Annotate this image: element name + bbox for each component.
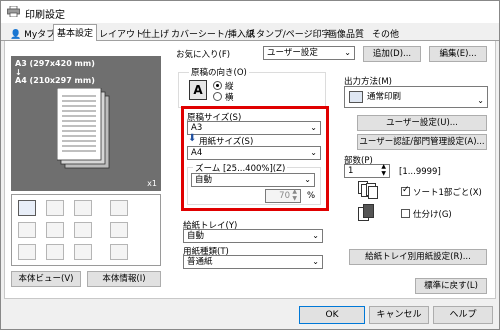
- print-settings-dialog: 印刷設定 👤 Myタブ 基本設定 レイアウト 仕上げ カバーシート/挿入紙 スタ…: [0, 0, 500, 330]
- paper-stack-icon: [57, 88, 110, 169]
- tab-bar: 👤 Myタブ 基本設定 レイアウト 仕上げ カバーシート/挿入紙 スタンプ/ペー…: [1, 23, 499, 42]
- zoom-percent-input[interactable]: 70 ▲ ▼: [265, 188, 301, 203]
- arrow-down-icon: ⬇: [188, 133, 197, 144]
- tab-basic[interactable]: 基本設定: [53, 24, 98, 42]
- print-icon: [349, 91, 363, 103]
- person-icon: 👤: [10, 30, 22, 40]
- device-info-button[interactable]: 本体情報(I): [87, 271, 161, 287]
- user-setting-button[interactable]: ユーザー設定(U)...: [357, 115, 487, 131]
- help-button[interactable]: ヘルプ: [433, 306, 493, 324]
- chevron-down-icon: ⌄: [310, 148, 317, 157]
- tray-paper-settings-button[interactable]: 給紙トレイ別用紙設定(R)...: [349, 249, 487, 265]
- printer-output-icon[interactable]: [18, 200, 36, 216]
- chevron-down-icon: ⌄: [312, 231, 319, 240]
- page-preview: A3 (297x420 mm) ↓ A4 (210x297 mm) x1: [11, 56, 161, 191]
- fold-icon[interactable]: [110, 200, 128, 216]
- offset-icon: [358, 204, 374, 221]
- offset-label: 仕分け(G): [413, 210, 452, 220]
- original-size-select[interactable]: A3 ⌄: [187, 121, 321, 135]
- user-icon[interactable]: [46, 244, 64, 260]
- document-icon[interactable]: [18, 244, 36, 260]
- window-title: 印刷設定: [25, 10, 65, 21]
- copies-readout: x1: [147, 179, 157, 188]
- spin-arrows-icon[interactable]: ▲ ▼: [292, 188, 297, 202]
- tab-other[interactable]: その他: [369, 26, 402, 41]
- zoom-select[interactable]: 自動 ⌄: [191, 173, 315, 187]
- paper-tray-select[interactable]: 自動 ⌄: [183, 229, 323, 243]
- chevron-down-icon: ⌄: [312, 257, 319, 266]
- finisher-icon[interactable]: [110, 222, 128, 238]
- spin-arrows-icon[interactable]: ▲ ▼: [381, 163, 386, 177]
- paper-size-readout: A4 (210x297 mm): [15, 76, 95, 85]
- user-auth-button[interactable]: ユーザー認証/部門管理設定(A)...: [357, 134, 487, 150]
- chevron-down-icon: ⌄: [304, 175, 311, 184]
- ok-button[interactable]: OK: [299, 306, 365, 324]
- original-size-readout: A3 (297x420 mm): [15, 59, 95, 68]
- orientation-preview-icon: A: [189, 80, 207, 100]
- printer-icon: [7, 6, 20, 17]
- copies-range: [1...9999]: [399, 167, 441, 177]
- tab-stamp[interactable]: スタンプ/ページ印字: [244, 26, 334, 41]
- collate-label: ソート1部ごと(X): [413, 188, 482, 198]
- chevron-down-icon: ⌄: [310, 123, 317, 132]
- collate-checkbox[interactable]: [401, 185, 410, 196]
- edit-favorite-button[interactable]: 編集(E)...: [429, 46, 487, 62]
- cover-icon[interactable]: [74, 222, 92, 238]
- restore-defaults-button[interactable]: 標準に戻す(L): [415, 278, 487, 294]
- portrait-radio[interactable]: [213, 81, 222, 90]
- chevron-down-icon: ⌄: [344, 48, 351, 57]
- cancel-button[interactable]: キャンセル: [369, 306, 429, 324]
- collate-icon: [358, 181, 378, 199]
- booklet-icon[interactable]: [46, 222, 64, 238]
- staple-icon[interactable]: [74, 200, 92, 216]
- add-favorite-button[interactable]: 追加(D)...: [363, 46, 421, 62]
- tab-image-quality[interactable]: 画像品質: [325, 26, 367, 41]
- landscape-label: 横: [225, 93, 234, 103]
- tab-mytab[interactable]: 👤 Myタブ: [7, 26, 58, 41]
- paper-size-select[interactable]: A4 ⌄: [187, 146, 321, 160]
- zoom-unit: %: [307, 191, 316, 201]
- tray-icon[interactable]: [46, 200, 64, 216]
- output-method-select[interactable]: 通常印刷 ⌄: [344, 86, 488, 108]
- favorite-label: お気に入り(F): [176, 50, 231, 60]
- copies-input[interactable]: 1 ▲ ▼: [344, 163, 390, 178]
- orientation-label: 原稿の向き(O): [189, 66, 249, 78]
- favorite-select[interactable]: ユーザー設定 ⌄: [263, 46, 355, 60]
- sort-icon[interactable]: [74, 244, 92, 260]
- output-tray-icon[interactable]: [110, 244, 128, 260]
- device-view-button[interactable]: 本体ビュー(V): [11, 271, 81, 287]
- chevron-down-icon: ⌄: [477, 96, 484, 105]
- punch-icon[interactable]: [18, 222, 36, 238]
- title-bar: 印刷設定: [1, 1, 499, 23]
- device-option-panel: [11, 194, 161, 266]
- paper-type-select[interactable]: 普通紙 ⌄: [183, 255, 323, 269]
- offset-checkbox[interactable]: [401, 209, 410, 218]
- landscape-radio[interactable]: [213, 92, 222, 101]
